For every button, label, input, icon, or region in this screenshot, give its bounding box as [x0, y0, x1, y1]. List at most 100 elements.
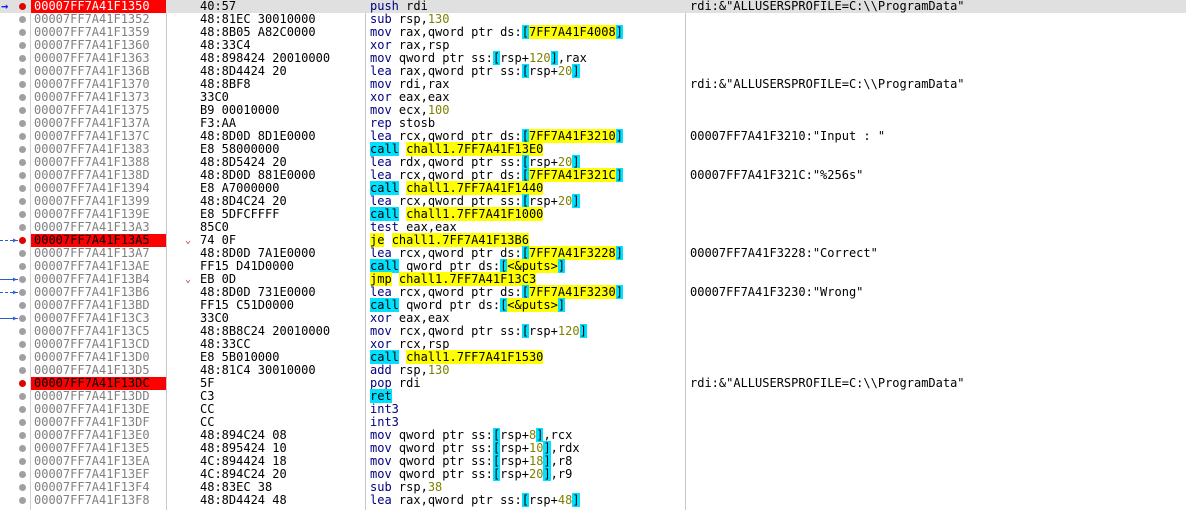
breakpoint-gutter[interactable]	[0, 91, 30, 104]
breakpoint-gutter[interactable]	[0, 364, 30, 377]
breakpoint-dot-icon[interactable]	[19, 497, 26, 504]
instruction-row[interactable]: 00007FF7A41F13A7 48:8D0D 7A1E0000 lea rcx,…	[0, 246, 1186, 260]
breakpoint-dot-icon[interactable]	[19, 198, 26, 205]
instruction-row[interactable]: 00007FF7A41F1375 B9 00010000 mov ecx,100	[0, 104, 1186, 117]
breakpoint-dot-icon[interactable]	[19, 237, 26, 244]
breakpoint-dot-icon[interactable]	[19, 458, 26, 465]
breakpoint-dot-icon[interactable]	[19, 55, 26, 62]
breakpoint-gutter[interactable]	[0, 468, 30, 481]
breakpoint-gutter[interactable]	[0, 338, 30, 351]
breakpoint-dot-icon[interactable]	[19, 354, 26, 361]
instruction-row[interactable]: 00007FF7A41F137C 48:8D0D 8D1E0000 lea rcx,…	[0, 129, 1186, 143]
breakpoint-dot-icon[interactable]	[19, 42, 26, 49]
instruction-row[interactable]: → 00007FF7A41F1350 40:57 push rdi rdi:&"ALLU…	[0, 0, 1186, 13]
breakpoint-dot-icon[interactable]	[19, 3, 26, 10]
breakpoint-dot-icon[interactable]	[19, 146, 26, 153]
breakpoint-dot-icon[interactable]	[19, 315, 26, 322]
breakpoint-dot-icon[interactable]	[19, 445, 26, 452]
instruction-row[interactable]: 00007FF7A41F13DD C3 ret	[0, 389, 1186, 403]
breakpoint-gutter[interactable]: →	[0, 0, 30, 13]
breakpoint-gutter[interactable]	[0, 52, 30, 65]
breakpoint-gutter[interactable]	[0, 429, 30, 442]
instruction-row[interactable]: 00007FF7A41F13D0 E8 5B010000 call chall1.7…	[0, 350, 1186, 364]
breakpoint-dot-icon[interactable]	[19, 120, 26, 127]
instruction-row[interactable]: 00007FF7A41F1360 48:33C4 xor rax,rsp	[0, 39, 1186, 52]
instruction-row[interactable]: 00007FF7A41F139E E8 5DFCFFFF call chall1.7…	[0, 207, 1186, 221]
instruction-row[interactable]: 00007FF7A41F13F4 48:83EC 38 sub rsp,38	[0, 481, 1186, 494]
breakpoint-dot-icon[interactable]	[19, 224, 26, 231]
breakpoint-dot-icon[interactable]	[19, 393, 26, 400]
breakpoint-gutter[interactable]	[0, 455, 30, 468]
breakpoint-dot-icon[interactable]	[19, 432, 26, 439]
instruction-row[interactable]: 00007FF7A41F13A3 85C0 test eax,eax	[0, 221, 1186, 234]
breakpoint-gutter[interactable]: ▸	[0, 286, 30, 299]
breakpoint-dot-icon[interactable]	[19, 159, 26, 166]
instruction-row[interactable]: 00007FF7A41F13DC 5F pop rdi rdi:&"ALLUSERSP…	[0, 377, 1186, 390]
breakpoint-dot-icon[interactable]	[19, 328, 26, 335]
breakpoint-dot-icon[interactable]	[19, 29, 26, 36]
instruction-row[interactable]: 00007FF7A41F1394 E8 A7000000 call chall1.7…	[0, 181, 1186, 195]
instruction-row[interactable]: 00007FF7A41F13E5 48:895424 10 mov qword pt…	[0, 441, 1186, 455]
breakpoint-gutter[interactable]	[0, 377, 30, 390]
breakpoint-dot-icon[interactable]	[19, 289, 26, 296]
breakpoint-gutter[interactable]	[0, 351, 30, 364]
breakpoint-dot-icon[interactable]	[19, 276, 26, 283]
instruction-row[interactable]: 00007FF7A41F13DF CC int3	[0, 416, 1186, 429]
instruction-row[interactable]: 00007FF7A41F1370 48:8BF8 mov rdi,rax rdi:&"…	[0, 78, 1186, 91]
breakpoint-gutter[interactable]: ▸	[0, 234, 30, 247]
instruction-row[interactable]: ▸ 00007FF7A41F13B6 48:8D0D 731E0000 lea rcx…	[0, 285, 1186, 299]
disassembly-view[interactable]: → 00007FF7A41F1350 40:57 push rdi rdi:&"ALLU…	[0, 0, 1186, 510]
breakpoint-gutter[interactable]	[0, 130, 30, 143]
breakpoint-gutter[interactable]	[0, 156, 30, 169]
breakpoint-gutter[interactable]	[0, 481, 30, 494]
breakpoint-gutter[interactable]	[0, 494, 30, 507]
breakpoint-dot-icon[interactable]	[19, 107, 26, 114]
breakpoint-gutter[interactable]	[0, 169, 30, 182]
breakpoint-gutter[interactable]	[0, 325, 30, 338]
breakpoint-gutter[interactable]	[0, 26, 30, 39]
instruction-row[interactable]: 00007FF7A41F13E0 48:894C24 08 mov qword pt…	[0, 428, 1186, 442]
breakpoint-gutter[interactable]	[0, 117, 30, 130]
instruction-row[interactable]: 00007FF7A41F13CD 48:33CC xor rcx,rsp	[0, 338, 1186, 351]
breakpoint-dot-icon[interactable]	[19, 406, 26, 413]
breakpoint-gutter[interactable]	[0, 182, 30, 195]
breakpoint-gutter[interactable]	[0, 260, 30, 273]
instruction-row[interactable]: 00007FF7A41F13F8 48:8D4424 48 lea rax,qwor…	[0, 493, 1186, 507]
breakpoint-gutter[interactable]	[0, 104, 30, 117]
breakpoint-dot-icon[interactable]	[19, 211, 26, 218]
breakpoint-gutter[interactable]: ▸	[0, 312, 30, 325]
instruction-row[interactable]: 00007FF7A41F13AE FF15 D41D0000 call qword …	[0, 259, 1186, 273]
breakpoint-dot-icon[interactable]	[19, 81, 26, 88]
breakpoint-dot-icon[interactable]	[19, 484, 26, 491]
instruction-row[interactable]: 00007FF7A41F13EF 4C:894C24 20 mov qword pt…	[0, 467, 1186, 481]
instruction-row[interactable]: ▸ 00007FF7A41F13C3 33C0 xor eax,eax	[0, 312, 1186, 325]
instruction-row[interactable]: 00007FF7A41F1399 48:8D4C24 20 lea rcx,qwor…	[0, 194, 1186, 208]
breakpoint-gutter[interactable]: ▸	[0, 273, 30, 286]
breakpoint-dot-icon[interactable]	[19, 68, 26, 75]
breakpoint-gutter[interactable]	[0, 195, 30, 208]
instruction-row[interactable]: 00007FF7A41F136B 48:8D4424 20 lea rax,qwor…	[0, 64, 1186, 78]
breakpoint-gutter[interactable]	[0, 299, 30, 312]
breakpoint-gutter[interactable]	[0, 13, 30, 26]
breakpoint-gutter[interactable]	[0, 403, 30, 416]
breakpoint-dot-icon[interactable]	[19, 367, 26, 374]
breakpoint-gutter[interactable]	[0, 390, 30, 403]
breakpoint-gutter[interactable]	[0, 78, 30, 91]
instruction-row[interactable]: 00007FF7A41F1373 33C0 xor eax,eax	[0, 91, 1186, 104]
breakpoint-gutter[interactable]	[0, 416, 30, 429]
instruction-row[interactable]: 00007FF7A41F13D5 48:81C4 30010000 add rsp,…	[0, 364, 1186, 377]
breakpoint-dot-icon[interactable]	[19, 172, 26, 179]
instruction-row[interactable]: 00007FF7A41F13BD FF15 C51D0000 call qword …	[0, 298, 1186, 312]
breakpoint-dot-icon[interactable]	[19, 250, 26, 257]
breakpoint-dot-icon[interactable]	[19, 94, 26, 101]
breakpoint-dot-icon[interactable]	[19, 419, 26, 426]
instruction-row[interactable]: 00007FF7A41F13EA 4C:894424 18 mov qword pt…	[0, 454, 1186, 468]
breakpoint-dot-icon[interactable]	[19, 133, 26, 140]
breakpoint-dot-icon[interactable]	[19, 263, 26, 270]
breakpoint-dot-icon[interactable]	[19, 185, 26, 192]
instruction-row[interactable]: 00007FF7A41F1363 48:898424 20010000 mov qw…	[0, 51, 1186, 65]
instruction-row[interactable]: 00007FF7A41F13DE CC int3	[0, 403, 1186, 416]
address-cell[interactable]: 00007FF7A41F13F8	[31, 494, 166, 507]
instruction-row[interactable]: 00007FF7A41F138D 48:8D0D 881E0000 lea rcx,…	[0, 168, 1186, 182]
breakpoint-gutter[interactable]	[0, 247, 30, 260]
